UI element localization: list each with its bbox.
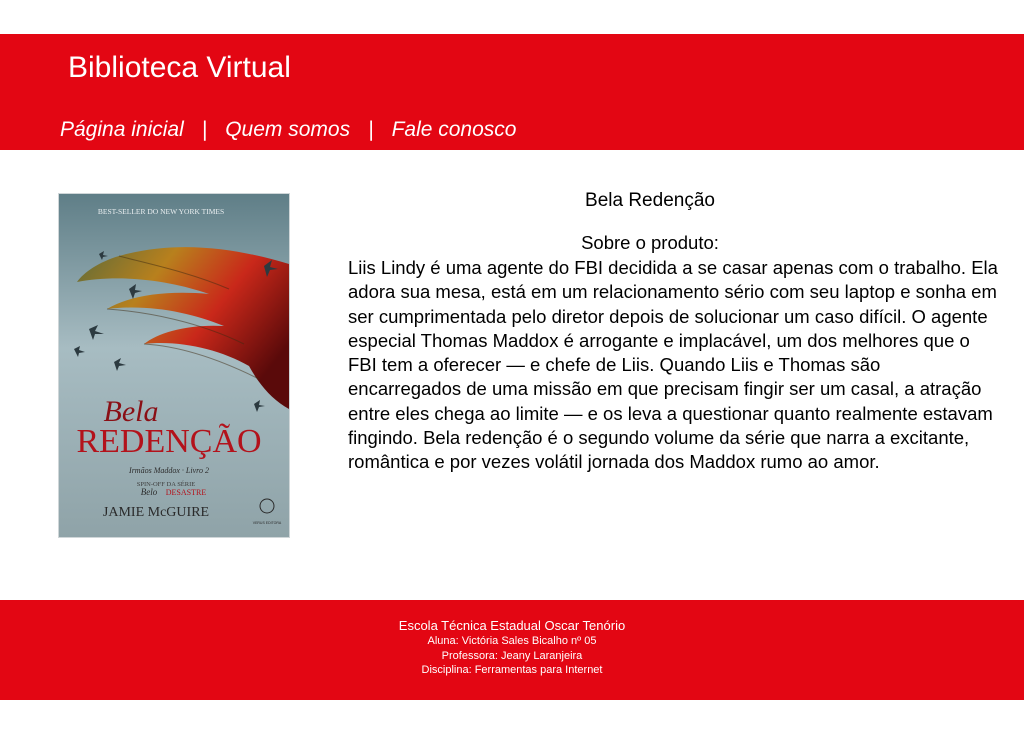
product-title: Bela Redenção bbox=[585, 190, 715, 211]
site-header: Biblioteca Virtual Página inicial | Quem s… bbox=[0, 34, 1024, 150]
site-title: Biblioteca Virtual bbox=[68, 51, 291, 84]
nav-separator: | bbox=[368, 118, 374, 141]
cover-bestseller-line: BEST-SELLER DO NEW YORK TIMES bbox=[98, 207, 224, 216]
cover-series: Irmãos Maddox · Livro 2 bbox=[128, 466, 209, 475]
main-nav: Página inicial | Quem somos | Fale conosco bbox=[60, 118, 516, 142]
footer-subject: Disciplina: Ferramentas para Internet bbox=[421, 664, 603, 676]
cover-author: JAMIE McGUIRE bbox=[103, 505, 209, 520]
product-description: Liis Lindy é uma agente do FBI decidida … bbox=[348, 257, 998, 473]
product-about-label: Sobre o produto: bbox=[581, 232, 719, 253]
nav-link-about[interactable]: Quem somos bbox=[225, 118, 350, 141]
nav-link-contact[interactable]: Fale conosco bbox=[392, 118, 517, 141]
site-footer: Escola Técnica Estadual Oscar Tenório Al… bbox=[0, 600, 1024, 700]
cover-title-main: REDENÇÃO bbox=[76, 423, 261, 460]
cover-publisher: VERUS EDITORA bbox=[253, 521, 282, 525]
cover-spinoff-main: DESASTRE bbox=[166, 488, 207, 497]
footer-teacher: Professora: Jeany Laranjeira bbox=[441, 650, 583, 662]
footer-school: Escola Técnica Estadual Oscar Tenório bbox=[398, 618, 626, 633]
footer-student: Aluna: Victória Sales Bicalho nº 05 bbox=[427, 635, 597, 647]
nav-link-home[interactable]: Página inicial bbox=[60, 118, 184, 141]
cover-spinoff-script: Belo bbox=[141, 487, 158, 497]
book-cover-image: BEST-SELLER DO NEW YORK TIMES Bela REDEN… bbox=[58, 193, 290, 538]
nav-separator: | bbox=[201, 118, 208, 141]
